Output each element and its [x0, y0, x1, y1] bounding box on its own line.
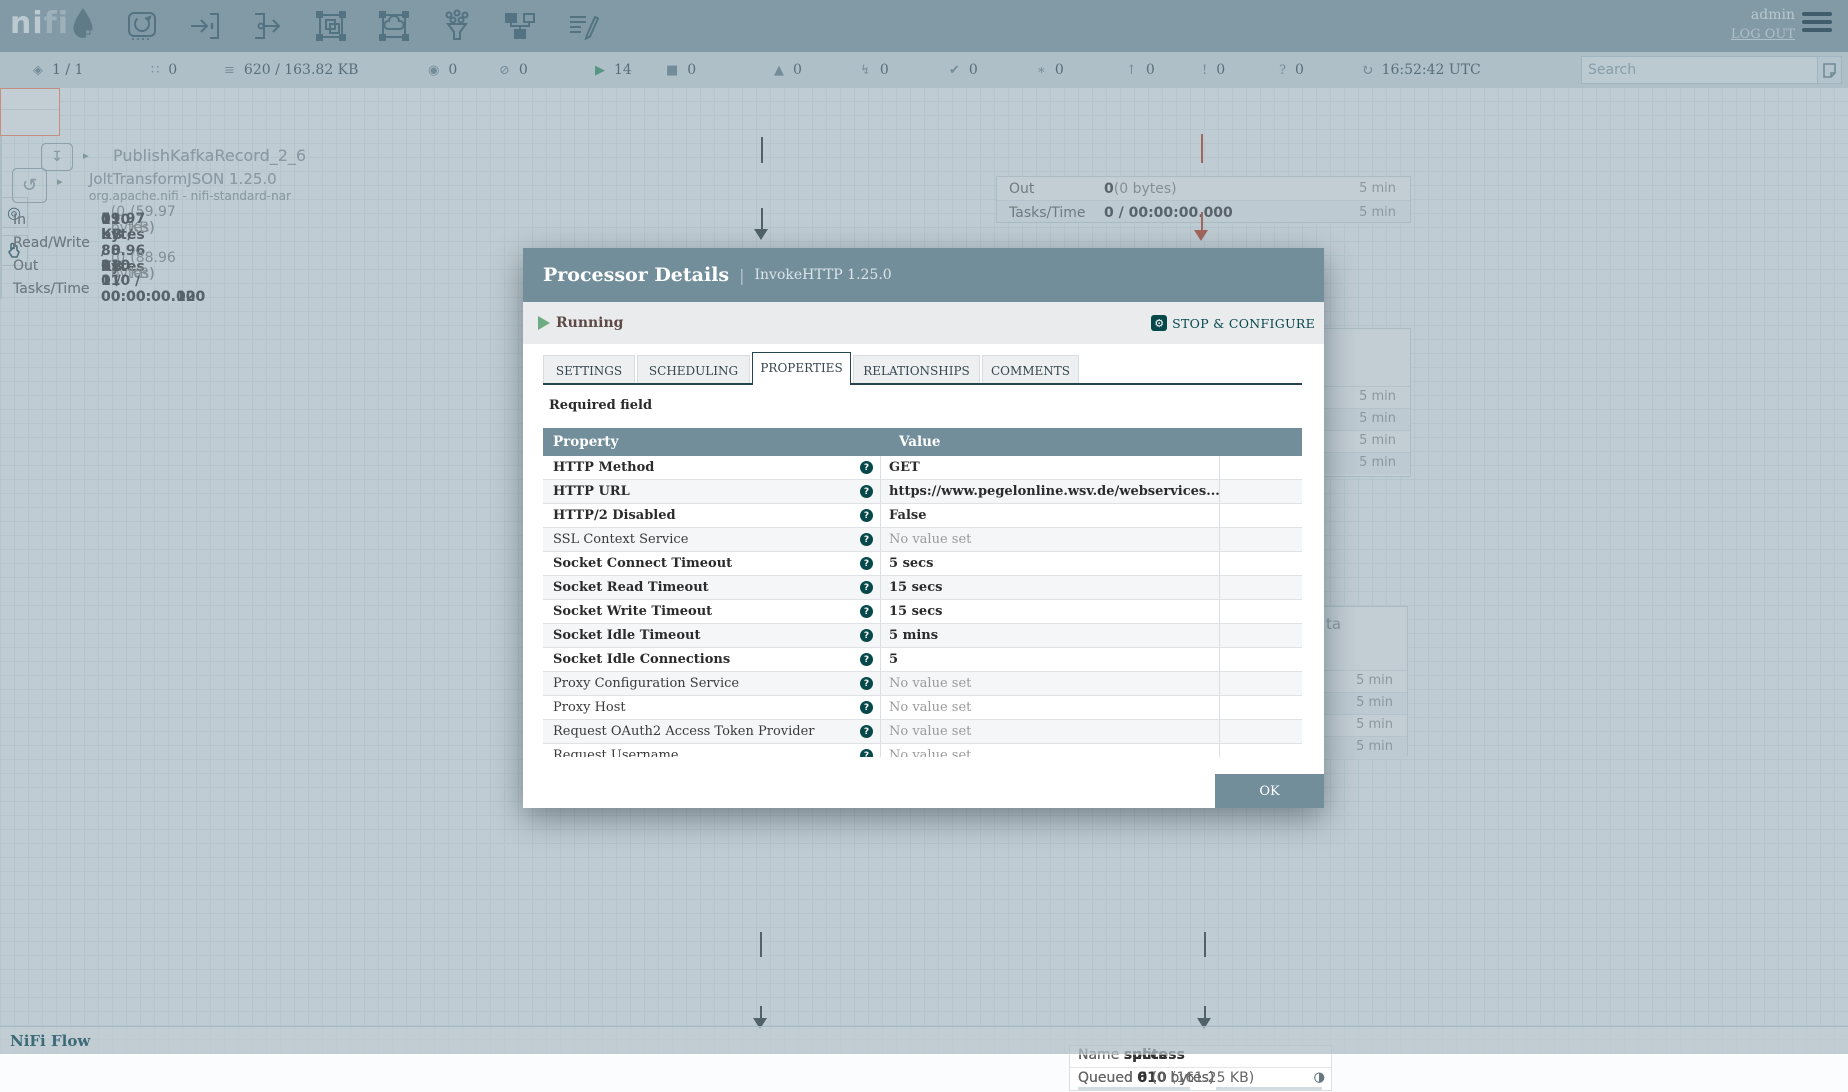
tab[interactable]: SCHEDULING: [637, 355, 750, 385]
property-row[interactable]: Socket Write Timeout ? 15 secs: [543, 600, 1302, 624]
property-value: https://www.pegelonline.wsv.de/webservic…: [881, 480, 1220, 503]
queue-size-bar: [1216, 1087, 1322, 1090]
property-value: 5: [881, 648, 1220, 671]
help-icon[interactable]: ?: [860, 653, 873, 666]
property-value: 15 secs: [881, 576, 1220, 599]
property-row[interactable]: HTTP/2 Disabled ? False: [543, 504, 1302, 528]
property-name: HTTP/2 Disabled ?: [543, 504, 881, 527]
property-row[interactable]: Proxy Configuration Service ? No value s…: [543, 672, 1302, 696]
help-icon[interactable]: ?: [860, 605, 873, 618]
help-icon[interactable]: ?: [860, 581, 873, 594]
gear-icon: ⚙: [1151, 315, 1167, 331]
table-header: Property Value: [543, 428, 1302, 456]
dialog-header: Processor Details | InvokeHTTP 1.25.0: [523, 248, 1324, 302]
property-row[interactable]: Request OAuth2 Access Token Provider ? N…: [543, 720, 1302, 744]
property-name: Socket Write Timeout ?: [543, 600, 881, 623]
help-icon[interactable]: ?: [860, 725, 873, 738]
property-name: HTTP URL ?: [543, 480, 881, 503]
help-icon[interactable]: ?: [860, 485, 873, 498]
property-row[interactable]: Socket Idle Timeout ? 5 mins: [543, 624, 1302, 648]
property-name: Socket Idle Connections ?: [543, 648, 881, 671]
row-filler: [1220, 696, 1302, 719]
property-name: Proxy Configuration Service ?: [543, 672, 881, 695]
help-icon[interactable]: ?: [860, 749, 873, 757]
property-row[interactable]: Socket Read Timeout ? 15 secs: [543, 576, 1302, 600]
property-row[interactable]: Socket Connect Timeout ? 5 secs: [543, 552, 1302, 576]
value-column-header: Value: [899, 434, 941, 450]
property-name: Request OAuth2 Access Token Provider ?: [543, 720, 881, 743]
tab[interactable]: PROPERTIES: [752, 352, 851, 385]
connection-queue: Queued 0 (0 bytes) ◑: [1070, 1068, 1331, 1092]
tab[interactable]: RELATIONSHIPS: [853, 355, 980, 385]
required-field-note: Required field: [549, 398, 652, 413]
queue-percent-icon: ◑: [1314, 1070, 1325, 1085]
row-filler: [1220, 744, 1302, 757]
dialog-status-row: Running ⚙ STOP & CONFIGURE: [523, 302, 1324, 344]
property-value: GET: [881, 456, 1220, 479]
row-filler: [1220, 576, 1302, 599]
property-value: 15 secs: [881, 600, 1220, 623]
property-name: Request Username ?: [543, 744, 881, 757]
row-filler: [1220, 504, 1302, 527]
property-value: No value set: [881, 720, 1220, 743]
row-filler: [1220, 480, 1302, 503]
help-icon[interactable]: ?: [860, 461, 873, 474]
property-name: HTTP Method ?: [543, 456, 881, 479]
queue-count-bar: [1078, 1087, 1190, 1090]
property-name: Proxy Host ?: [543, 696, 881, 719]
property-value: No value set: [881, 528, 1220, 551]
property-name: Socket Read Timeout ?: [543, 576, 881, 599]
property-row[interactable]: Request Username ? No value set: [543, 744, 1302, 757]
property-column-header: Property: [553, 434, 893, 450]
stop-and-configure-button[interactable]: ⚙ STOP & CONFIGURE: [1151, 315, 1315, 331]
property-value: No value set: [881, 672, 1220, 695]
property-value: False: [881, 504, 1220, 527]
dialog-title: Processor Details: [543, 264, 729, 286]
running-status-icon: [538, 316, 550, 330]
tab[interactable]: SETTINGS: [543, 355, 635, 385]
help-icon[interactable]: ?: [860, 677, 873, 690]
help-icon[interactable]: ?: [860, 557, 873, 570]
nifi-app: ◎ Out 0 (0 bytes) 5 min Tasks/Time 0 / 0…: [0, 0, 1848, 1054]
help-icon[interactable]: ?: [860, 533, 873, 546]
row-filler: [1220, 624, 1302, 647]
row-filler: [1220, 672, 1302, 695]
property-value: No value set: [881, 744, 1220, 757]
property-name: Socket Idle Timeout ?: [543, 624, 881, 647]
properties-table: Property Value HTTP Method ? GET HTTP UR…: [543, 428, 1302, 757]
dialog-tabs: SETTINGSSCHEDULINGPROPERTIESRELATIONSHIP…: [543, 352, 1302, 385]
processor-type-version: InvokeHTTP 1.25.0: [755, 267, 892, 283]
row-filler: [1220, 600, 1302, 623]
title-separator: |: [739, 266, 744, 285]
help-icon[interactable]: ?: [860, 629, 873, 642]
processor-details-dialog: Processor Details | InvokeHTTP 1.25.0 Ru…: [523, 248, 1324, 808]
help-icon[interactable]: ?: [860, 701, 873, 714]
tab[interactable]: COMMENTS: [982, 355, 1079, 385]
property-value: No value set: [881, 696, 1220, 719]
property-row[interactable]: HTTP Method ? GET: [543, 456, 1302, 480]
property-value: 5 secs: [881, 552, 1220, 575]
row-filler: [1220, 720, 1302, 743]
row-filler: [1220, 648, 1302, 671]
property-row[interactable]: Proxy Host ? No value set: [543, 696, 1302, 720]
ok-button[interactable]: OK: [1215, 774, 1324, 808]
property-name: SSL Context Service ?: [543, 528, 881, 551]
help-icon[interactable]: ?: [860, 509, 873, 522]
row-filler: [1220, 528, 1302, 551]
running-status-label: Running: [556, 315, 623, 331]
row-filler: [1220, 552, 1302, 575]
property-row[interactable]: SSL Context Service ? No value set: [543, 528, 1302, 552]
property-row[interactable]: Socket Idle Connections ? 5: [543, 648, 1302, 672]
property-name: Socket Connect Timeout ?: [543, 552, 881, 575]
property-value: 5 mins: [881, 624, 1220, 647]
row-filler: [1220, 456, 1302, 479]
property-row[interactable]: HTTP URL ? https://www.pegelonline.wsv.d…: [543, 480, 1302, 504]
